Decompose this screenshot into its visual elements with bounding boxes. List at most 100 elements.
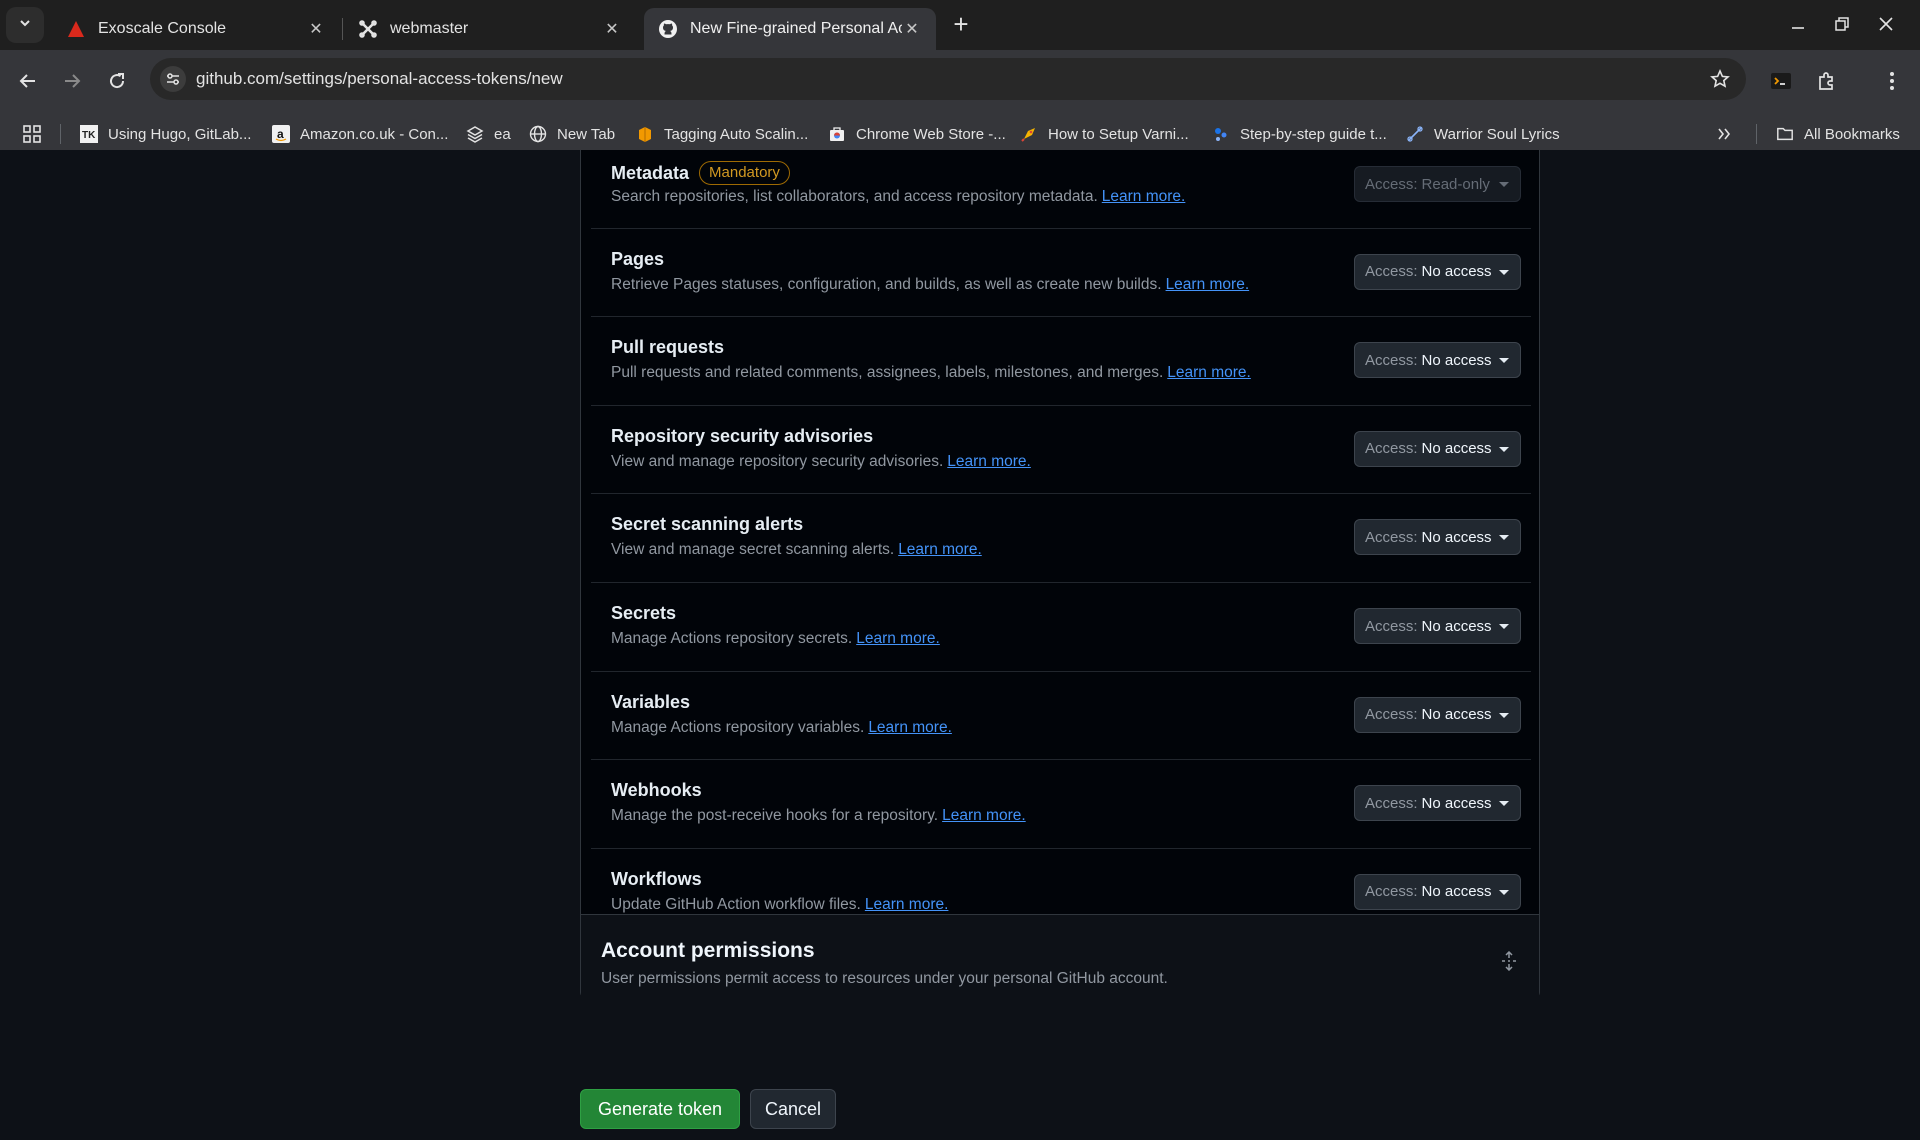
kebab-menu-icon[interactable] [1876,65,1908,97]
tab-title: Exoscale Console [98,20,227,37]
bookmark-item[interactable]: Step-by-step guide t... [1212,122,1387,146]
tab-search-button[interactable] [6,7,44,43]
access-dropdown-webhooks[interactable]: Access: No access [1354,785,1521,822]
permission-title: Webhooks [611,780,702,801]
learn-more-link[interactable]: Learn more. [856,630,940,647]
exoscale-icon [66,19,86,39]
permission-title: Workflows [611,869,702,890]
access-dropdown-pull-requests[interactable]: Access: No access [1354,342,1521,379]
terminal-extension-icon[interactable] [1765,65,1797,97]
access-value: No access [1421,263,1492,281]
access-dropdown-secrets[interactable]: Access: No access [1354,608,1521,644]
apps-grid-icon[interactable] [22,122,42,146]
bookmark-star-icon[interactable] [1708,67,1732,91]
caret-down-icon [1499,269,1509,275]
svg-text:a: a [277,127,284,141]
permission-row-secret-scanning-alerts: Secret scanning alerts View and manage se… [591,494,1531,583]
access-value: Read-only [1421,175,1490,193]
caret-down-icon [1499,801,1509,807]
learn-more-link[interactable]: Learn more. [898,541,982,558]
tab-github-new-token[interactable]: New Fine-grained Personal Acc ✕ [644,8,936,50]
permission-row-repository-security-advisories: Repository security advisories View and m… [591,406,1531,495]
access-value: No access [1421,617,1492,635]
bookmark-item[interactable]: Tagging Auto Scalin... [636,122,808,146]
svg-text:TK: TK [82,130,96,141]
extensions-puzzle-icon[interactable] [1810,65,1842,97]
minimize-button[interactable] [1778,6,1818,42]
tab-divider [342,18,343,40]
bookmark-item[interactable]: TK Using Hugo, GitLab... [80,122,251,146]
permission-title-text: Webhooks [611,780,702,801]
learn-more-link[interactable]: Learn more. [942,807,1026,824]
permission-row-secrets: Secrets Manage Actions repository secrets… [591,583,1531,672]
bookmark-item[interactable]: How to Setup Varni... [1020,122,1189,146]
bookmark-label: Tagging Auto Scalin... [664,125,809,143]
permission-description-text: Pull requests and related comments, assi… [611,364,1164,382]
bookmark-item[interactable]: a Amazon.co.uk - Con... [272,122,448,146]
access-prefix: Access: [1365,794,1418,812]
learn-more-link[interactable]: Learn more. [1166,276,1250,293]
restore-button[interactable] [1822,6,1862,42]
close-icon[interactable]: ✕ [602,19,622,39]
permission-description-text: Update GitHub Action workflow files. [611,895,861,913]
all-bookmarks-button[interactable]: All Bookmarks [1776,122,1900,146]
cancel-button[interactable]: Cancel [750,1089,836,1129]
permission-title: Metadata Mandatory [611,161,790,185]
permission-title: Variables [611,692,690,713]
access-dropdown-variables[interactable]: Access: No access [1354,696,1521,733]
bookmark-label: ea [494,125,511,143]
forward-button[interactable] [56,65,88,97]
back-button[interactable] [12,65,44,97]
access-dropdown-secret-scanning-alerts[interactable]: Access: No access [1354,519,1521,556]
access-prefix: Access: [1365,175,1418,193]
all-bookmarks-label: All Bookmarks [1804,125,1900,143]
permission-title-text: Secrets [611,603,677,623]
bookmark-label: Step-by-step guide t... [1240,125,1387,143]
learn-more-link[interactable]: Learn more. [1167,364,1251,381]
permission-description: View and manage secret scanning alerts. L… [611,541,982,559]
tab-exoscale[interactable]: Exoscale Console ✕ [52,8,340,50]
close-icon[interactable]: ✕ [306,19,326,39]
more-bookmarks-icon[interactable] [1716,122,1732,146]
caret-down-icon [1499,624,1509,629]
permission-title: Pages [611,249,664,270]
globe-icon [529,125,547,143]
access-dropdown-workflows[interactable]: Access: No access [1354,873,1521,910]
tab-title: New Fine-grained Personal Acc [690,20,902,37]
generate-token-button[interactable]: Generate token [580,1089,740,1129]
repository-permissions-list: Metadata Mandatory Search repositories, li… [581,150,1539,938]
tab-webmaster[interactable]: webmaster ✕ [344,8,636,50]
access-prefix: Access: [1365,617,1418,635]
permission-description: Manage Actions repository variables. Lear… [611,719,952,737]
bookmark-label: Using Hugo, GitLab... [108,125,252,143]
bookmark-item[interactable]: ea [466,122,511,146]
learn-more-link[interactable]: Learn more. [947,453,1031,470]
bookmark-item[interactable]: Chrome Web Store -... [828,122,1006,146]
access-dropdown-repository-security-advisories[interactable]: Access: No access [1354,430,1521,467]
site-settings-icon[interactable] [160,66,186,92]
new-tab-button[interactable]: + [948,11,974,38]
permission-title: Repository security advisories [611,426,873,447]
learn-more-link[interactable]: Learn more. [1102,188,1186,205]
github-icon [658,19,678,39]
reload-button[interactable] [101,65,133,97]
close-icon[interactable]: ✕ [902,19,922,39]
learn-more-link[interactable]: Learn more. [865,896,949,913]
bookmark-divider [1756,124,1757,144]
permission-description: View and manage repository security advi… [611,453,1031,471]
close-window-button[interactable] [1866,6,1906,42]
address-bar[interactable]: github.com/settings/personal-access-toke… [150,58,1746,100]
account-permissions-section[interactable]: Account permissions User permissions per… [581,914,1539,998]
bookmark-item[interactable]: New Tab [529,122,615,146]
permission-description-text: Manage Actions repository secrets. [611,630,853,647]
bookmark-item[interactable]: Warrior Soul Lyrics [1406,122,1560,146]
access-dropdown-pages[interactable]: Access: No access [1354,253,1521,290]
permission-description: Pull requests and related comments, assi… [611,364,1251,382]
dots-icon [1212,125,1230,143]
permission-title: Pull requests [611,337,724,358]
access-value: No access [1421,528,1492,546]
permission-row-metadata: Metadata Mandatory Search repositories, li… [591,150,1531,229]
unfold-icon[interactable] [1499,951,1519,971]
stack-icon [466,125,484,143]
learn-more-link[interactable]: Learn more. [868,719,952,736]
